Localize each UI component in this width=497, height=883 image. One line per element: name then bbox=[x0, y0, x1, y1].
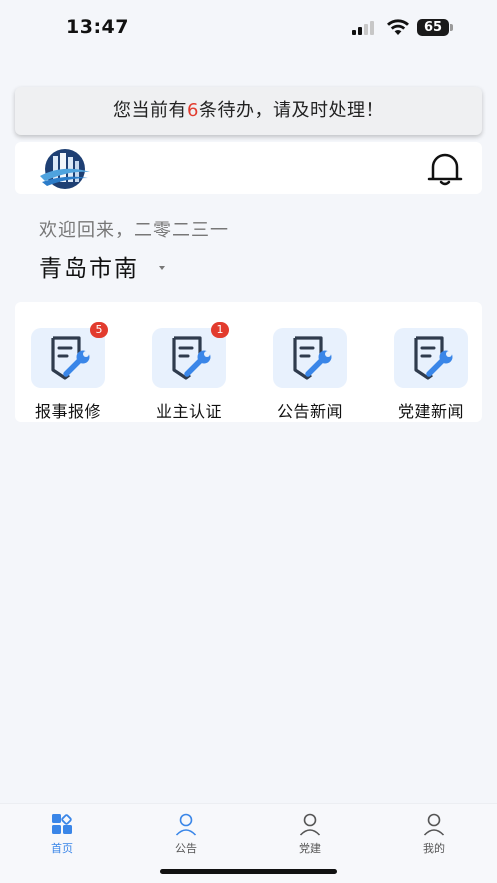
welcome-greeting: 欢迎回来，二零二三一 bbox=[39, 220, 229, 241]
tab-party-building[interactable]: 党建 bbox=[264, 812, 354, 856]
status-time: 13:47 bbox=[66, 16, 129, 38]
person-icon bbox=[423, 813, 445, 836]
menu-badge: 5 bbox=[90, 322, 108, 338]
todo-prefix: 您当前有 bbox=[113, 100, 188, 121]
battery-icon: 65 bbox=[417, 19, 453, 36]
person-icon bbox=[299, 813, 321, 836]
service-menu: 5 报事报修 1 业主认证 公告新闻 党建新闻 bbox=[15, 302, 482, 422]
menu-item-announcements[interactable]: 公告新闻 bbox=[257, 328, 347, 421]
status-bar: 13:47 65 bbox=[0, 0, 497, 56]
menu-item-label: 党建新闻 bbox=[397, 402, 464, 421]
repair-document-icon bbox=[273, 328, 347, 388]
menu-item-owner-verification[interactable]: 1 业主认证 bbox=[136, 322, 229, 421]
tab-label: 我的 bbox=[423, 842, 445, 855]
bell-icon[interactable] bbox=[426, 152, 464, 186]
community-name: 青岛市南 bbox=[39, 256, 139, 282]
app-screen: 13:47 65 您当前有6条待办，请及时处理！ 欢迎回来，二零二三一 青岛市南… bbox=[0, 0, 497, 883]
tab-label: 党建 bbox=[299, 842, 321, 855]
todo-count: 6 bbox=[187, 100, 199, 121]
cellular-signal-icon bbox=[352, 21, 378, 35]
wifi-icon bbox=[387, 19, 409, 35]
home-grid-icon bbox=[52, 814, 72, 834]
todo-banner[interactable]: 您当前有6条待办，请及时处理！ bbox=[15, 87, 482, 135]
tab-home[interactable]: 首页 bbox=[16, 812, 106, 856]
header-card bbox=[15, 142, 482, 194]
caret-down-icon bbox=[159, 266, 165, 270]
person-icon bbox=[175, 813, 197, 836]
tab-label: 公告 bbox=[175, 842, 197, 855]
tab-label: 首页 bbox=[51, 842, 73, 855]
community-selector[interactable]: 青岛市南 bbox=[39, 250, 165, 282]
todo-suffix: 条待办，请及时处理！ bbox=[198, 100, 384, 121]
tab-announcements[interactable]: 公告 bbox=[140, 812, 230, 856]
menu-item-label: 公告新闻 bbox=[276, 402, 343, 421]
menu-item-party-news[interactable]: 党建新闻 bbox=[378, 328, 468, 421]
menu-item-repair[interactable]: 5 报事报修 bbox=[15, 322, 108, 421]
battery-level: 65 bbox=[423, 20, 443, 35]
menu-badge: 1 bbox=[211, 322, 229, 338]
menu-item-label: 报事报修 bbox=[34, 402, 101, 421]
repair-document-icon bbox=[394, 328, 468, 388]
building-logo-icon bbox=[40, 149, 90, 189]
tab-mine[interactable]: 我的 bbox=[388, 812, 478, 856]
home-indicator bbox=[160, 869, 337, 874]
menu-item-label: 业主认证 bbox=[155, 402, 222, 421]
